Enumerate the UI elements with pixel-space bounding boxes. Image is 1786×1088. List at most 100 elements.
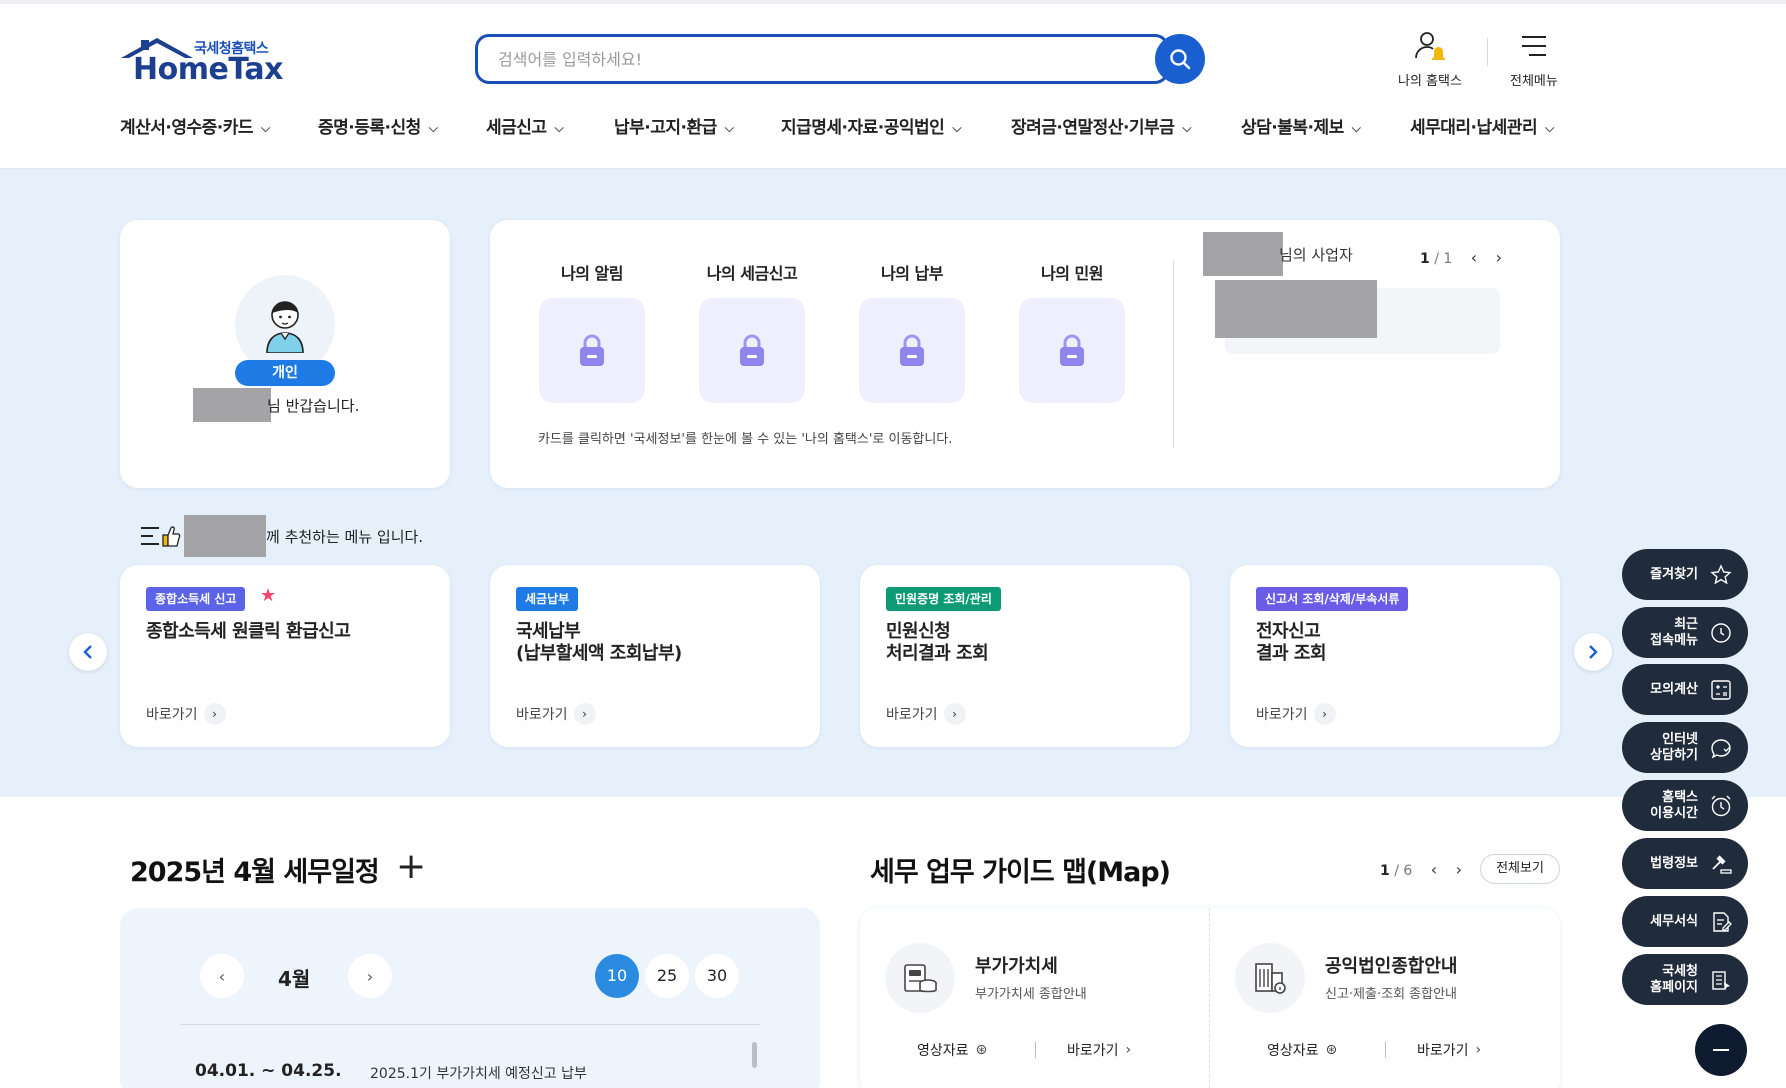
gnb-certificate-registration[interactable]: 증명·등록·신청 ⌵ <box>318 113 438 138</box>
quick-label: 모의계산 <box>1650 681 1698 697</box>
card-title: 나의 납부 <box>881 264 943 283</box>
guide-name[interactable]: 공익법인종합안내 <box>1325 952 1457 978</box>
business-title-text: 님의 사업자 <box>1279 245 1353 264</box>
gnb-consulting-appeal[interactable]: 상담·불복·제보 ⌵ <box>1241 113 1361 138</box>
guide-name[interactable]: 부가가치세 <box>975 952 1058 978</box>
pager-total: / 1 <box>1434 251 1453 267</box>
gnb-label: 상담·불복·제보 <box>1241 118 1344 138</box>
scrollbar-thumb[interactable] <box>752 1042 757 1068</box>
guide-pager: 1 / 6 ‹ › <box>1380 860 1462 879</box>
gnb-label: 납부·고지·환급 <box>614 118 717 138</box>
my-hometax-button[interactable]: 나의 홈택스 <box>1398 30 1462 89</box>
plus-icon[interactable]: + <box>396 849 426 885</box>
category-tag: 신고서 조회/삭제/부속서류 <box>1256 587 1409 611</box>
category-tag: 세금납부 <box>516 587 579 611</box>
gnb-tax-filing[interactable]: 세금신고 ⌵ <box>486 113 564 138</box>
gnb-tax-agent[interactable]: 세무대리·납세관리 ⌵ <box>1410 113 1554 138</box>
go-label: 바로가기 <box>146 707 198 723</box>
chevron-left-icon[interactable]: ‹ <box>1431 860 1437 879</box>
go-link[interactable]: 바로가기 › <box>516 703 596 725</box>
go-link[interactable]: 바로가기 › <box>886 703 966 725</box>
close-quick-menu-button[interactable] <box>1695 1024 1747 1076</box>
my-notice-card[interactable]: 나의 알림 <box>539 260 645 403</box>
gnb-payment-statement[interactable]: 지급명세·자료·공익법인 ⌵ <box>781 113 961 138</box>
search-input[interactable] <box>478 37 1166 81</box>
card-title: 나의 세금신고 <box>706 264 798 283</box>
gnb-payment-refund[interactable]: 납부·고지·환급 ⌵ <box>614 113 734 138</box>
schedule-day[interactable]: 10 <box>595 954 639 998</box>
go-link[interactable]: 바로가기 › <box>1256 703 1336 725</box>
recommend-card[interactable]: 세금납부 국세납부 (납부할세액 조회납부) 바로가기 › <box>490 565 820 747</box>
my-payment-card[interactable]: 나의 납부 <box>859 260 965 403</box>
locked-card[interactable] <box>539 298 645 403</box>
recommend-card-title: 전자신고 결과 조회 <box>1256 621 1327 664</box>
guide-map-box: 부가가치세 부가가치세 종합안내 영상자료 ⊛ 바로가기 › 공익법인종합안내 신고… <box>860 908 1560 1088</box>
favorite-star-icon[interactable]: ★ <box>260 585 276 606</box>
guide-map-title: 세무 업무 가이드 맵(Map) <box>870 857 1171 888</box>
gnb-invoice-receipt-card[interactable]: 계산서·영수증·카드 ⌵ <box>120 113 270 138</box>
recommend-card[interactable]: 종합소득세 신고 ★ 종합소득세 원클릭 환급신고 바로가기 › <box>120 565 450 747</box>
gnb-incentive-settlement[interactable]: 장려금·연말정산·기부금 ⌵ <box>1011 113 1191 138</box>
chevron-left-icon[interactable]: ‹ <box>1471 248 1477 267</box>
hometax-logo[interactable]: 국세청홈택스 HomeTax <box>119 34 284 87</box>
chevron-right-icon[interactable]: › <box>1496 248 1502 267</box>
redacted-user-name <box>184 515 266 557</box>
video-label: 영상자료 <box>1267 1043 1319 1059</box>
recommend-card-title: 국세납부 (납부할세액 조회납부) <box>516 621 682 664</box>
quick-online-consult-button[interactable]: 인터넷 상담하기 <box>1622 722 1748 773</box>
minus-icon <box>1713 1049 1729 1051</box>
my-panel-note: 카드를 클릭하면 '국세정보'를 한눈에 볼 수 있는 '나의 홈택스'로 이동… <box>538 432 953 447</box>
schedule-day[interactable]: 30 <box>695 954 739 998</box>
pager-current: 1 <box>1420 251 1430 267</box>
redacted-business-info <box>1215 280 1377 338</box>
all-menu-label: 전체메뉴 <box>1510 74 1558 89</box>
redacted-user-name <box>1203 232 1283 276</box>
view-all-button[interactable]: 전체보기 <box>1480 854 1560 884</box>
go-link[interactable]: 바로가기 › <box>146 703 226 725</box>
next-month-button[interactable]: › <box>348 954 392 998</box>
prev-month-button[interactable]: ‹ <box>200 954 244 998</box>
link-divider <box>1385 1042 1386 1058</box>
carousel-next-button[interactable] <box>1574 633 1612 671</box>
quick-tax-forms-button[interactable]: 세무서식 <box>1622 896 1748 947</box>
form-icon <box>1708 909 1734 935</box>
redacted-user-name <box>193 388 271 422</box>
video-link[interactable]: 영상자료 ⊛ <box>1267 1040 1337 1060</box>
recommend-card[interactable]: 민원증명 조회/관리 민원신청 처리결과 조회 바로가기 › <box>860 565 1190 747</box>
card-title: 나의 알림 <box>561 264 623 283</box>
go-label: 바로가기 <box>1067 1043 1119 1059</box>
go-link[interactable]: 바로가기 › <box>1417 1040 1481 1060</box>
recommend-card[interactable]: 신고서 조회/삭제/부속서류 전자신고 결과 조회 바로가기 › <box>1230 565 1560 747</box>
quick-law-info-button[interactable]: 법령정보 <box>1622 838 1748 889</box>
chevron-right-icon[interactable]: › <box>1456 860 1462 879</box>
recommend-card-title: 종합소득세 원클릭 환급신고 <box>146 621 351 642</box>
quick-calculation-button[interactable]: 모의계산 <box>1622 664 1748 715</box>
chevron-down-icon: ⌵ <box>428 120 438 135</box>
locked-card[interactable] <box>1019 298 1125 403</box>
video-link[interactable]: 영상자료 ⊛ <box>917 1040 987 1060</box>
business-info-box[interactable] <box>1215 280 1500 354</box>
carousel-prev-button[interactable] <box>69 633 107 671</box>
quick-nts-homepage-button[interactable]: 국세청 홈페이지 <box>1622 954 1748 1005</box>
film-reel-icon: ⊛ <box>975 1042 988 1058</box>
chevron-right-icon: › <box>573 703 596 725</box>
schedule-date: 04.01. ~ 04.25. <box>195 1061 342 1081</box>
my-civil-petition-card[interactable]: 나의 민원 <box>1019 260 1125 403</box>
quick-recent-menu-button[interactable]: 최근 접속메뉴 <box>1622 607 1748 658</box>
quick-label: 국세청 홈페이지 <box>1650 963 1698 995</box>
schedule-day[interactable]: 25 <box>645 954 689 998</box>
all-menu-button[interactable]: 전체메뉴 <box>1510 30 1558 89</box>
quick-service-hours-button[interactable]: 홈택스 이용시간 <box>1622 780 1748 831</box>
schedule-calendar: ‹ 4월 › 10 25 30 04.01. ~ 04.25. 2025.1기 … <box>120 908 820 1088</box>
quick-favorites-button[interactable]: 즐겨찾기 <box>1622 549 1748 600</box>
menu-thumbs-up-icon <box>141 526 181 547</box>
locked-card[interactable] <box>859 298 965 403</box>
user-bell-icon <box>1415 32 1445 60</box>
search-button[interactable] <box>1155 34 1205 84</box>
chevron-down-icon: ⌵ <box>724 120 734 135</box>
locked-card[interactable] <box>699 298 805 403</box>
my-tax-filing-card[interactable]: 나의 세금신고 <box>699 260 805 403</box>
person-avatar-icon <box>266 301 304 353</box>
schedule-description[interactable]: 2025.1기 부가가치세 예정신고 납부 <box>370 1063 587 1083</box>
go-link[interactable]: 바로가기 › <box>1067 1040 1131 1060</box>
